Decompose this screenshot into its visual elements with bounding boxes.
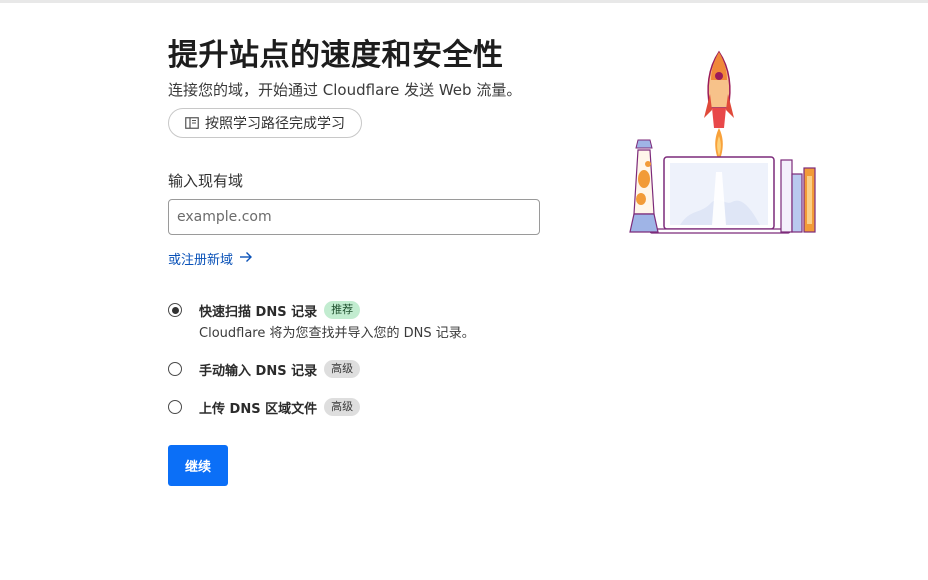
advanced-badge: 高级 [324, 360, 361, 378]
option-title: 手动输入 DNS 记录 [199, 363, 318, 379]
register-link-label: 或注册新域 [168, 253, 234, 268]
continue-button[interactable]: 继续 [168, 445, 228, 486]
recommended-badge: 推荐 [324, 301, 361, 319]
learning-path-label: 按照学习路径完成学习 [205, 116, 345, 132]
radio-quick-scan[interactable] [168, 303, 182, 317]
rocket-laptop-illustration [620, 44, 830, 244]
domain-input[interactable] [168, 199, 540, 235]
advanced-badge: 高级 [324, 398, 361, 416]
option-manual-entry: 手动输入 DNS 记录 高级 [168, 359, 568, 379]
register-new-domain-link[interactable]: 或注册新域 [168, 249, 253, 268]
option-quick-scan: 快速扫描 DNS 记录 推荐 Cloudflare 将为您查找并导入您的 DNS… [168, 300, 568, 341]
book-icon [185, 117, 199, 129]
option-title: 快速扫描 DNS 记录 [199, 304, 318, 320]
page-title: 提升站点的速度和安全性 [168, 38, 504, 73]
page-subtitle: 连接您的域，开始通过 Cloudflare 发送 Web 流量。 [168, 81, 522, 99]
top-divider [0, 0, 928, 3]
dns-option-group: 快速扫描 DNS 记录 推荐 Cloudflare 将为您查找并导入您的 DNS… [168, 300, 568, 417]
learning-path-button[interactable]: 按照学习路径完成学习 [168, 108, 362, 138]
arrow-right-icon [239, 251, 253, 267]
option-title: 上传 DNS 区域文件 [199, 401, 318, 417]
radio-manual-entry[interactable] [168, 362, 182, 376]
option-upload-zone-file: 上传 DNS 区域文件 高级 [168, 397, 568, 417]
option-description: Cloudflare 将为您查找并导入您的 DNS 记录。 [199, 326, 475, 341]
radio-upload-zone-file[interactable] [168, 400, 182, 414]
domain-field-label: 输入现有域 [168, 172, 244, 190]
onboarding-panel: 提升站点的速度和安全性 连接您的域，开始通过 Cloudflare 发送 Web… [168, 36, 568, 486]
